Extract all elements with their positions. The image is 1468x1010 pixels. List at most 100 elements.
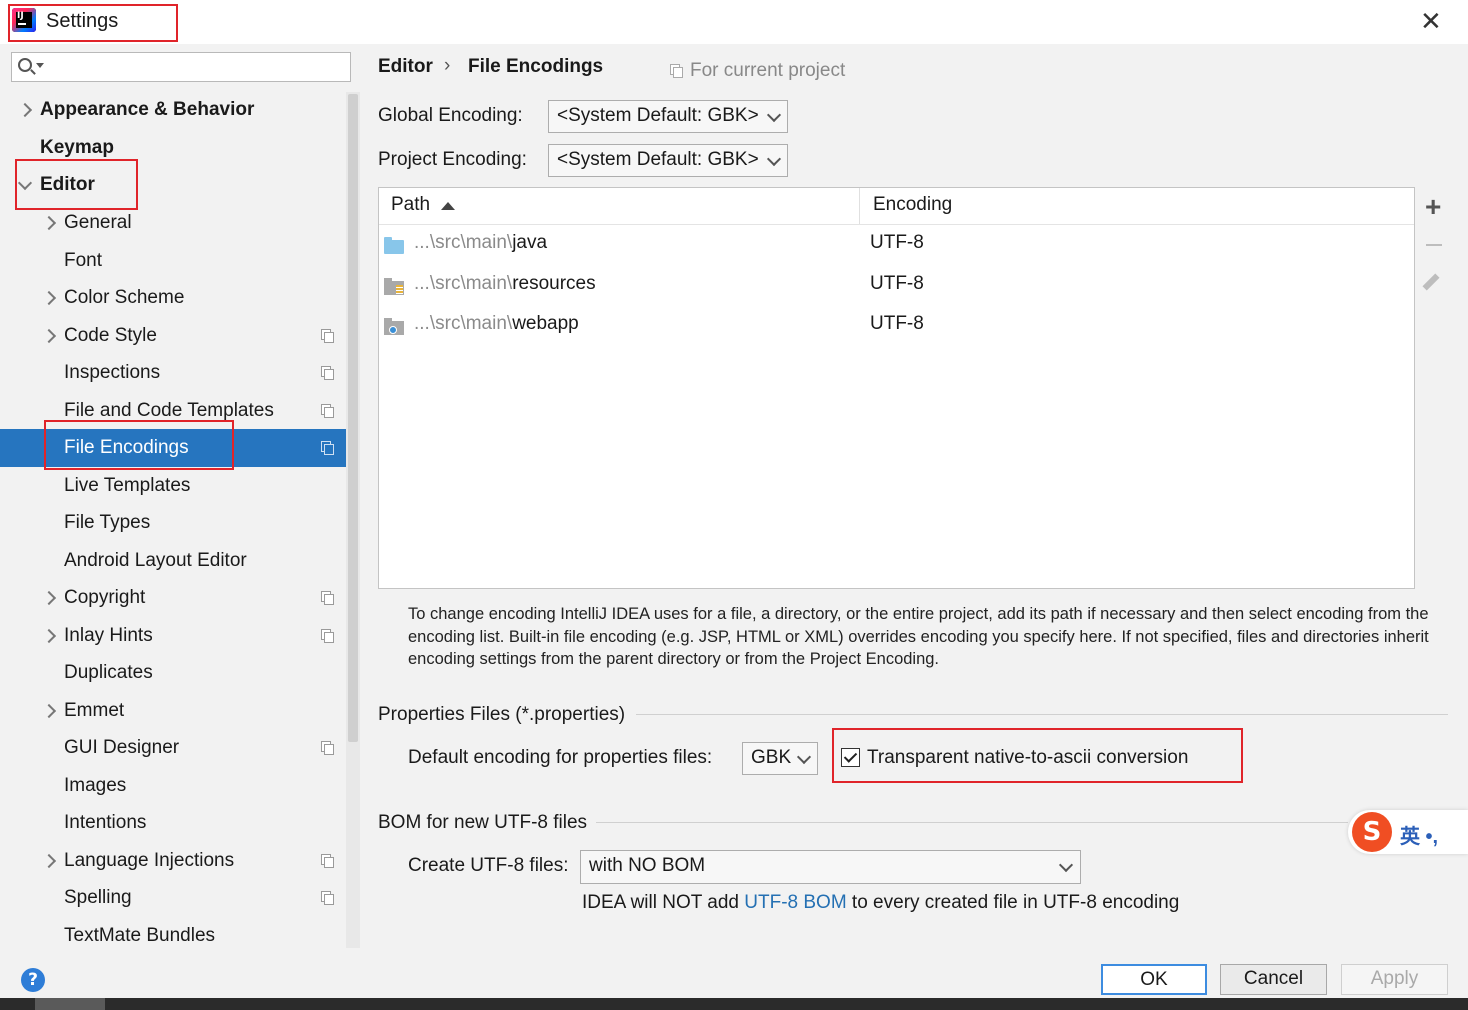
project-scope-icon (321, 441, 334, 455)
folder-web-icon (384, 318, 404, 335)
sidebar-item-emmet[interactable]: Emmet (0, 692, 346, 730)
sidebar-item-label: File Types (64, 512, 151, 533)
path-prefix: ...\src\main\ (414, 272, 513, 294)
chevron-right-icon[interactable] (41, 590, 57, 606)
table-toolbar (1416, 187, 1452, 589)
chevron-right-icon[interactable] (41, 703, 57, 718)
chevron-right-icon[interactable] (41, 853, 57, 868)
sidebar-item-spelling[interactable]: Spelling (0, 879, 346, 917)
sidebar-scrollbar-thumb[interactable] (348, 94, 358, 742)
add-icon[interactable]: + (1425, 191, 1441, 223)
section-divider (636, 714, 1448, 715)
utf8-bom-link[interactable]: UTF-8 BOM (744, 892, 846, 913)
sidebar-item-file-types[interactable]: File Types (0, 504, 346, 542)
cancel-button[interactable]: Cancel (1220, 964, 1327, 995)
sidebar-item-intentions[interactable]: Intentions (0, 804, 346, 842)
sidebar-item-font[interactable]: Font (0, 242, 346, 280)
table-row-encoding[interactable]: UTF-8 (870, 232, 924, 254)
project-scope-icon (670, 64, 683, 78)
chevron-right-icon[interactable] (41, 215, 57, 231)
highlight-box-title (8, 4, 178, 42)
sidebar-item-inlay-hints[interactable]: Inlay Hints (0, 617, 346, 655)
global-encoding-select[interactable]: <System Default: GBK> (548, 100, 788, 133)
bom-note-suffix: to every created file in UTF-8 encoding (846, 892, 1180, 913)
section-divider (596, 822, 1348, 823)
chevron-right-icon[interactable] (41, 628, 57, 643)
sidebar-item-label: Live Templates (64, 474, 191, 496)
remove-icon[interactable] (1426, 244, 1442, 246)
path-name: webapp (512, 313, 579, 334)
sidebar-item-label: TextMate Bundles (64, 924, 216, 946)
breadcrumb-separator: › (444, 55, 451, 76)
properties-encoding-label: Default encoding for properties files: (408, 747, 713, 768)
properties-encoding-value: GBK (751, 747, 792, 768)
project-scope-icon (321, 853, 334, 868)
folder-source-icon (384, 237, 404, 254)
table-row-path[interactable]: ...\src\main\resources (414, 273, 596, 295)
encoding-help-text: To change encoding IntelliJ IDEA uses fo… (408, 605, 1429, 668)
bom-note: IDEA will NOT add UTF-8 BOM to every cre… (582, 892, 1179, 914)
sidebar-item-label: Font (64, 249, 103, 271)
sidebar-item-label: Copyright (64, 587, 146, 608)
project-scope-icon (321, 328, 334, 343)
sidebar-item-images[interactable]: Images (0, 767, 346, 805)
sidebar-item-appearance-behavior[interactable]: Appearance & Behavior (0, 91, 346, 129)
chevron-right-icon[interactable] (41, 328, 57, 343)
sidebar-item-android-layout-editor[interactable]: Android Layout Editor (0, 542, 346, 580)
path-name: resources (512, 272, 596, 294)
taskbar-strip (0, 998, 1468, 1010)
close-icon[interactable]: ✕ (1420, 6, 1442, 37)
create-utf8-label: Create UTF-8 files: (408, 855, 569, 876)
column-header-encoding[interactable]: Encoding (873, 194, 952, 216)
sidebar-item-label: Inspections (64, 362, 161, 383)
sort-ascending-icon (441, 202, 455, 210)
sidebar-item-copyright[interactable]: Copyright (0, 579, 346, 617)
bom-note-prefix: IDEA will NOT add (582, 892, 745, 913)
project-scope-icon (321, 891, 334, 905)
sidebar-item-label: Duplicates (64, 662, 153, 683)
sidebar-item-inspections[interactable]: Inspections (0, 354, 346, 392)
sidebar-item-color-scheme[interactable]: Color Scheme (0, 279, 346, 317)
chevron-down-icon (766, 151, 782, 167)
sidebar-item-language-injections[interactable]: Language Injections (0, 842, 346, 880)
breadcrumb-editor[interactable]: Editor (378, 56, 433, 78)
project-encoding-select[interactable]: <System Default: GBK> (548, 144, 788, 177)
properties-section-title: Properties Files (*.properties) (378, 704, 626, 725)
ime-mode-indicator[interactable]: 英 •, (1400, 820, 1438, 849)
settings-search-input[interactable] (11, 52, 351, 82)
project-encoding-value: <System Default: GBK> (557, 149, 759, 170)
sidebar-item-label: Color Scheme (64, 287, 185, 308)
column-separator[interactable] (859, 188, 860, 224)
chevron-right-icon[interactable] (41, 290, 57, 306)
table-row-encoding[interactable]: UTF-8 (870, 273, 924, 295)
sogou-ime-logo[interactable]: S (1352, 812, 1392, 852)
properties-encoding-select[interactable]: GBK (742, 742, 818, 775)
project-scope-icon (321, 741, 334, 755)
search-options-dropdown-icon[interactable] (36, 63, 44, 68)
sidebar-item-textmate-bundles[interactable]: TextMate Bundles (0, 917, 346, 955)
sidebar-item-duplicates[interactable]: Duplicates (0, 654, 346, 692)
sidebar-item-gui-designer[interactable]: GUI Designer (0, 729, 346, 767)
path-name: java (512, 232, 548, 253)
sidebar-item-label: Inlay Hints (64, 624, 153, 646)
ok-button[interactable]: OK (1101, 964, 1207, 995)
apply-button[interactable]: Apply (1341, 964, 1448, 995)
search-icon (18, 58, 32, 72)
sidebar-item-code-style[interactable]: Code Style (0, 317, 346, 355)
highlight-box-editor (15, 159, 138, 210)
sidebar-item-label: Android Layout Editor (64, 549, 247, 571)
path-prefix: ...\src\main\ (414, 313, 513, 334)
project-scope-icon (321, 591, 334, 605)
column-header-path[interactable]: Path (391, 194, 430, 216)
table-row-path[interactable]: ...\src\main\webapp (414, 313, 579, 335)
sidebar-item-label: Language Injections (64, 849, 235, 871)
create-utf8-value: with NO BOM (589, 855, 706, 876)
create-utf8-select[interactable]: with NO BOM (580, 850, 1081, 884)
chevron-right-icon[interactable] (17, 102, 33, 118)
table-row-encoding[interactable]: UTF-8 (870, 313, 924, 335)
sidebar-item-label: Code Style (64, 324, 157, 346)
table-row-path[interactable]: ...\src\main\java (414, 232, 547, 254)
help-button[interactable]: ? (21, 968, 45, 992)
sidebar-item-live-templates[interactable]: Live Templates (0, 467, 346, 505)
sidebar-item-label: Images (64, 774, 127, 796)
